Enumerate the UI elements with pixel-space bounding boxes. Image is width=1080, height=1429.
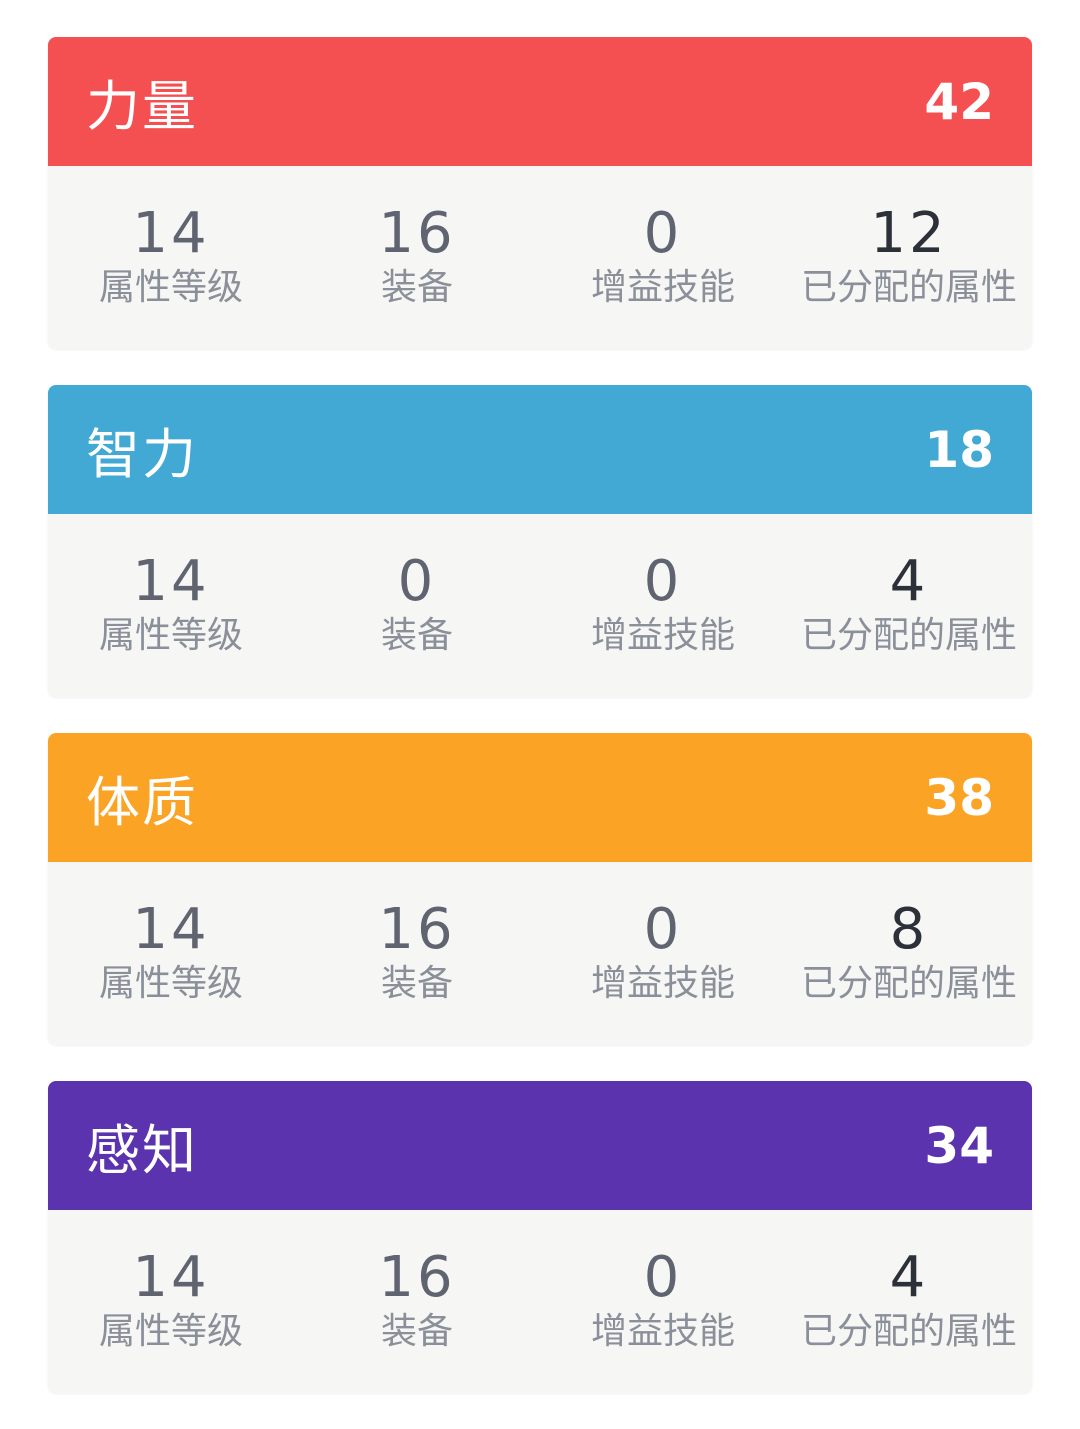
stat-allocated-label: 已分配的属性 bbox=[800, 1311, 1017, 1352]
stat-buff-label: 增益技能 bbox=[590, 963, 735, 1004]
stat-allocated-value: 8 bbox=[889, 897, 929, 962]
attribute-total: 42 bbox=[924, 72, 994, 131]
stat-allocated-value: 4 bbox=[889, 1245, 929, 1310]
stat-equipment-label: 装备 bbox=[380, 1311, 453, 1352]
attribute-breakdown: 14 属性等级 16 装备 0 增益技能 4 已分配的属性 bbox=[48, 1210, 1032, 1393]
stat-level: 14 属性等级 bbox=[48, 1210, 294, 1393]
attribute-name: 感知 bbox=[86, 1119, 198, 1182]
stat-level-label: 属性等级 bbox=[98, 1311, 243, 1352]
stat-buff: 0 增益技能 bbox=[540, 862, 786, 1045]
attribute-header[interactable]: 力量 42 bbox=[48, 37, 1032, 166]
attribute-header[interactable]: 感知 34 bbox=[48, 1081, 1032, 1210]
stat-buff-value: 0 bbox=[643, 897, 683, 962]
stat-buff-label: 增益技能 bbox=[590, 615, 735, 656]
stat-equipment-label: 装备 bbox=[380, 615, 453, 656]
stat-level-value: 14 bbox=[132, 1245, 210, 1310]
stat-level-label: 属性等级 bbox=[98, 963, 243, 1004]
attribute-name: 力量 bbox=[86, 75, 198, 138]
stat-allocated: 12 已分配的属性 bbox=[786, 166, 1032, 349]
stat-level-label: 属性等级 bbox=[98, 267, 243, 308]
stat-equipment: 16 装备 bbox=[294, 862, 540, 1045]
attribute-total: 34 bbox=[924, 1116, 994, 1175]
attribute-total: 38 bbox=[924, 768, 994, 827]
stat-level-label: 属性等级 bbox=[98, 615, 243, 656]
stat-level-value: 14 bbox=[132, 201, 210, 266]
stat-allocated-label: 已分配的属性 bbox=[800, 963, 1017, 1004]
stat-allocated: 4 已分配的属性 bbox=[786, 1210, 1032, 1393]
stat-buff-value: 0 bbox=[643, 201, 683, 266]
attribute-breakdown: 14 属性等级 16 装备 0 增益技能 8 已分配的属性 bbox=[48, 862, 1032, 1045]
stat-buff: 0 增益技能 bbox=[540, 1210, 786, 1393]
stat-buff-value: 0 bbox=[643, 1245, 683, 1310]
attribute-card-intelligence[interactable]: 智力 18 14 属性等级 0 装备 0 增益技能 4 已分配的属性 bbox=[48, 385, 1032, 697]
stat-equipment-value: 16 bbox=[378, 1245, 456, 1310]
stat-equipment-value: 16 bbox=[378, 201, 456, 266]
stat-buff: 0 增益技能 bbox=[540, 514, 786, 697]
attribute-header[interactable]: 智力 18 bbox=[48, 385, 1032, 514]
stat-equipment-label: 装备 bbox=[380, 963, 453, 1004]
attribute-list: 力量 42 14 属性等级 16 装备 0 增益技能 12 已分配的属性 智力 … bbox=[48, 37, 1032, 1429]
attribute-total: 18 bbox=[924, 420, 994, 479]
stat-allocated-value: 4 bbox=[889, 549, 929, 614]
stat-equipment-value: 0 bbox=[397, 549, 437, 614]
stat-level: 14 属性等级 bbox=[48, 166, 294, 349]
stat-level: 14 属性等级 bbox=[48, 514, 294, 697]
stat-level: 14 属性等级 bbox=[48, 862, 294, 1045]
attribute-name: 智力 bbox=[86, 423, 198, 486]
stat-buff-label: 增益技能 bbox=[590, 267, 735, 308]
stat-allocated: 4 已分配的属性 bbox=[786, 514, 1032, 697]
attribute-breakdown: 14 属性等级 0 装备 0 增益技能 4 已分配的属性 bbox=[48, 514, 1032, 697]
attribute-card-strength[interactable]: 力量 42 14 属性等级 16 装备 0 增益技能 12 已分配的属性 bbox=[48, 37, 1032, 349]
stat-equipment-value: 16 bbox=[378, 897, 456, 962]
stat-level-value: 14 bbox=[132, 897, 210, 962]
stat-equipment: 16 装备 bbox=[294, 1210, 540, 1393]
attribute-header[interactable]: 体质 38 bbox=[48, 733, 1032, 862]
attribute-card-perception[interactable]: 感知 34 14 属性等级 16 装备 0 增益技能 4 已分配的属性 bbox=[48, 1081, 1032, 1393]
stat-buff-label: 增益技能 bbox=[590, 1311, 735, 1352]
attribute-name: 体质 bbox=[86, 771, 198, 834]
stat-equipment-label: 装备 bbox=[380, 267, 453, 308]
attribute-breakdown: 14 属性等级 16 装备 0 增益技能 12 已分配的属性 bbox=[48, 166, 1032, 349]
stat-level-value: 14 bbox=[132, 549, 210, 614]
stat-allocated-label: 已分配的属性 bbox=[800, 615, 1017, 656]
stat-allocated-label: 已分配的属性 bbox=[800, 267, 1017, 308]
stat-allocated-value: 12 bbox=[870, 201, 948, 266]
stat-buff-value: 0 bbox=[643, 549, 683, 614]
attribute-card-constitution[interactable]: 体质 38 14 属性等级 16 装备 0 增益技能 8 已分配的属性 bbox=[48, 733, 1032, 1045]
stat-allocated: 8 已分配的属性 bbox=[786, 862, 1032, 1045]
stat-buff: 0 增益技能 bbox=[540, 166, 786, 349]
stat-equipment: 16 装备 bbox=[294, 166, 540, 349]
stat-equipment: 0 装备 bbox=[294, 514, 540, 697]
